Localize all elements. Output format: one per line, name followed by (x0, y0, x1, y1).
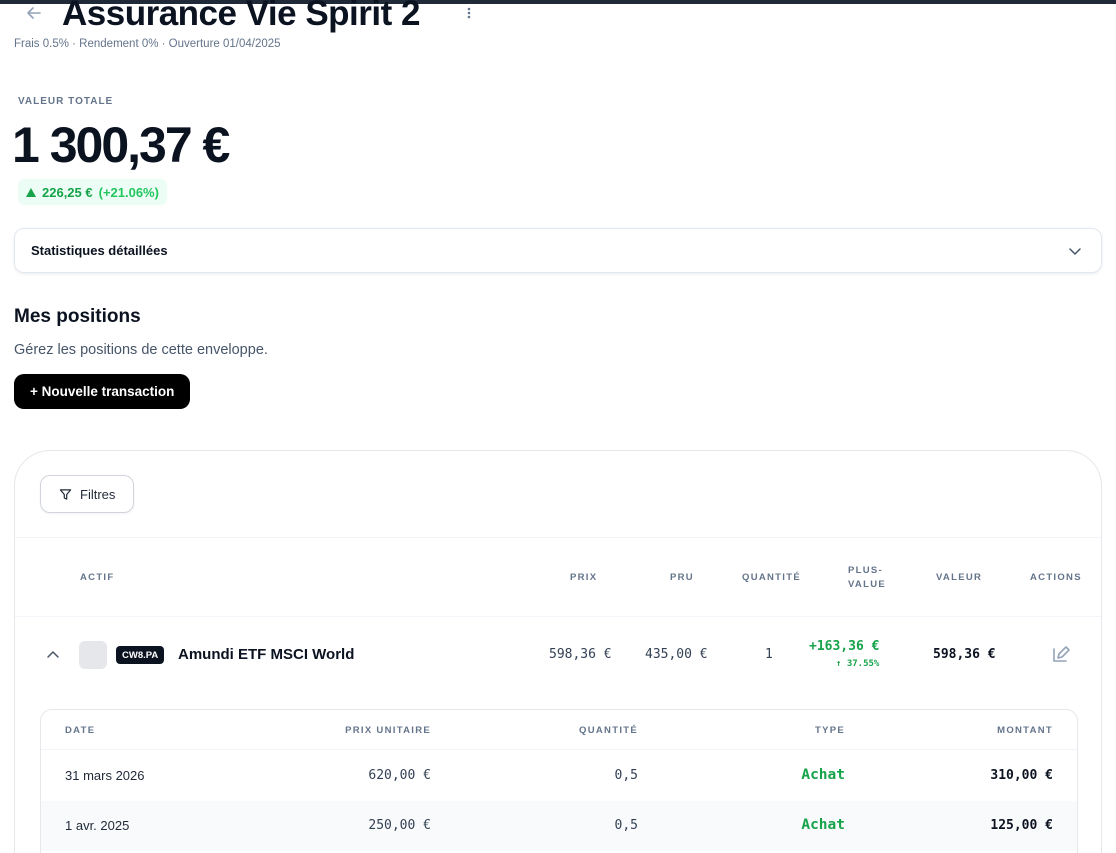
col-valeur[interactable]: VALEUR (936, 571, 982, 585)
back-arrow-icon[interactable] (24, 2, 44, 22)
more-options-icon[interactable] (464, 5, 474, 21)
total-value: 1 300,37 € (12, 117, 230, 173)
cell-prix: 598,36 € (549, 647, 612, 662)
transaction-row: 1 avr. 2025 250,00 € 0,5 Achat 125,00 € (41, 801, 1077, 851)
col-quantite: QUANTITÉ (579, 725, 638, 736)
edit-icon[interactable] (1051, 646, 1071, 664)
page-title: Assurance Vie Spirit 2 (62, 0, 420, 33)
tx-prix-unitaire: 620,00 € (368, 768, 431, 783)
tx-montant: 125,00 € (990, 818, 1053, 833)
tx-prix-unitaire: 250,00 € (368, 818, 431, 833)
chevron-down-icon (1069, 248, 1081, 255)
asset-name[interactable]: Amundi ETF MSCI World (178, 646, 354, 663)
filters-label: Filtres (80, 486, 116, 502)
col-plus-value[interactable]: PLUS- VALUE (848, 564, 885, 592)
total-value-label: VALEUR TOTALE (18, 96, 114, 107)
col-montant: MONTANT (997, 725, 1053, 736)
detailed-stats-label: Statistiques détaillées (31, 243, 168, 258)
chevron-up-icon[interactable] (45, 647, 61, 661)
tx-type: Achat (801, 767, 845, 783)
tx-quantite: 0,5 (614, 818, 638, 833)
col-actions: ACTIONS (1030, 572, 1082, 583)
transaction-row: 31 mars 2026 620,00 € 0,5 Achat 310,00 € (41, 751, 1077, 801)
col-type: TYPE (814, 725, 845, 736)
cell-quantite: 1 (765, 647, 773, 662)
page-subtitle: Frais 0.5% · Rendement 0% · Ouverture 01… (14, 38, 281, 50)
asset-logo (79, 641, 107, 669)
filters-button[interactable]: Filtres (40, 475, 134, 513)
gain-amount: 226,25 € (42, 184, 93, 200)
positions-subtitle: Gérez les positions de cette enveloppe. (14, 342, 268, 358)
tx-montant: 310,00 € (990, 768, 1053, 783)
tx-type: Achat (801, 817, 845, 833)
tx-quantite: 0,5 (614, 768, 638, 783)
col-plus-value-line1: PLUS- (848, 565, 883, 576)
transactions-header: DATE PRIX UNITAIRE QUANTITÉ TYPE MONTANT (41, 710, 1077, 750)
cell-plus-value-pct: ↑ 37.55% (836, 659, 880, 669)
positions-table-header: ACTIF PRIX PRU QUANTITÉ PLUS- VALUE VALE… (15, 538, 1101, 616)
tx-date: 31 mars 2026 (65, 768, 145, 783)
new-transaction-button[interactable]: + Nouvelle transaction (14, 374, 191, 409)
positions-card: Filtres ACTIF PRIX PRU QUANTITÉ PLUS- VA… (14, 450, 1102, 853)
up-triangle-icon (26, 187, 36, 197)
col-actif[interactable]: ACTIF (80, 571, 114, 585)
tx-date: 1 avr. 2025 (65, 818, 130, 833)
col-prix-unitaire: PRIX UNITAIRE (345, 725, 431, 736)
transactions-table: DATE PRIX UNITAIRE QUANTITÉ TYPE MONTANT… (40, 709, 1078, 853)
col-prix[interactable]: PRIX (570, 571, 597, 585)
gain-badge: 226,25 € (+21.06%) (18, 179, 167, 205)
detailed-stats-accordion[interactable]: Statistiques détaillées (14, 228, 1102, 273)
col-date: DATE (65, 725, 96, 736)
filter-icon (59, 488, 72, 500)
gain-percent: (+21.06%) (98, 184, 159, 200)
col-plus-value-line2: VALUE (848, 579, 886, 590)
positions-title: Mes positions (14, 306, 141, 327)
table-row[interactable]: CW8.PA Amundi ETF MSCI World 598,36 € 43… (15, 617, 1101, 692)
cell-plus-value: +163,36 € (809, 639, 880, 654)
cell-pru: 435,00 € (645, 647, 708, 662)
cell-valeur: 598,36 € (933, 647, 996, 662)
col-quantite[interactable]: QUANTITÉ (742, 571, 801, 585)
col-pru[interactable]: PRU (670, 571, 694, 585)
ticker-badge: CW8.PA (116, 646, 165, 664)
